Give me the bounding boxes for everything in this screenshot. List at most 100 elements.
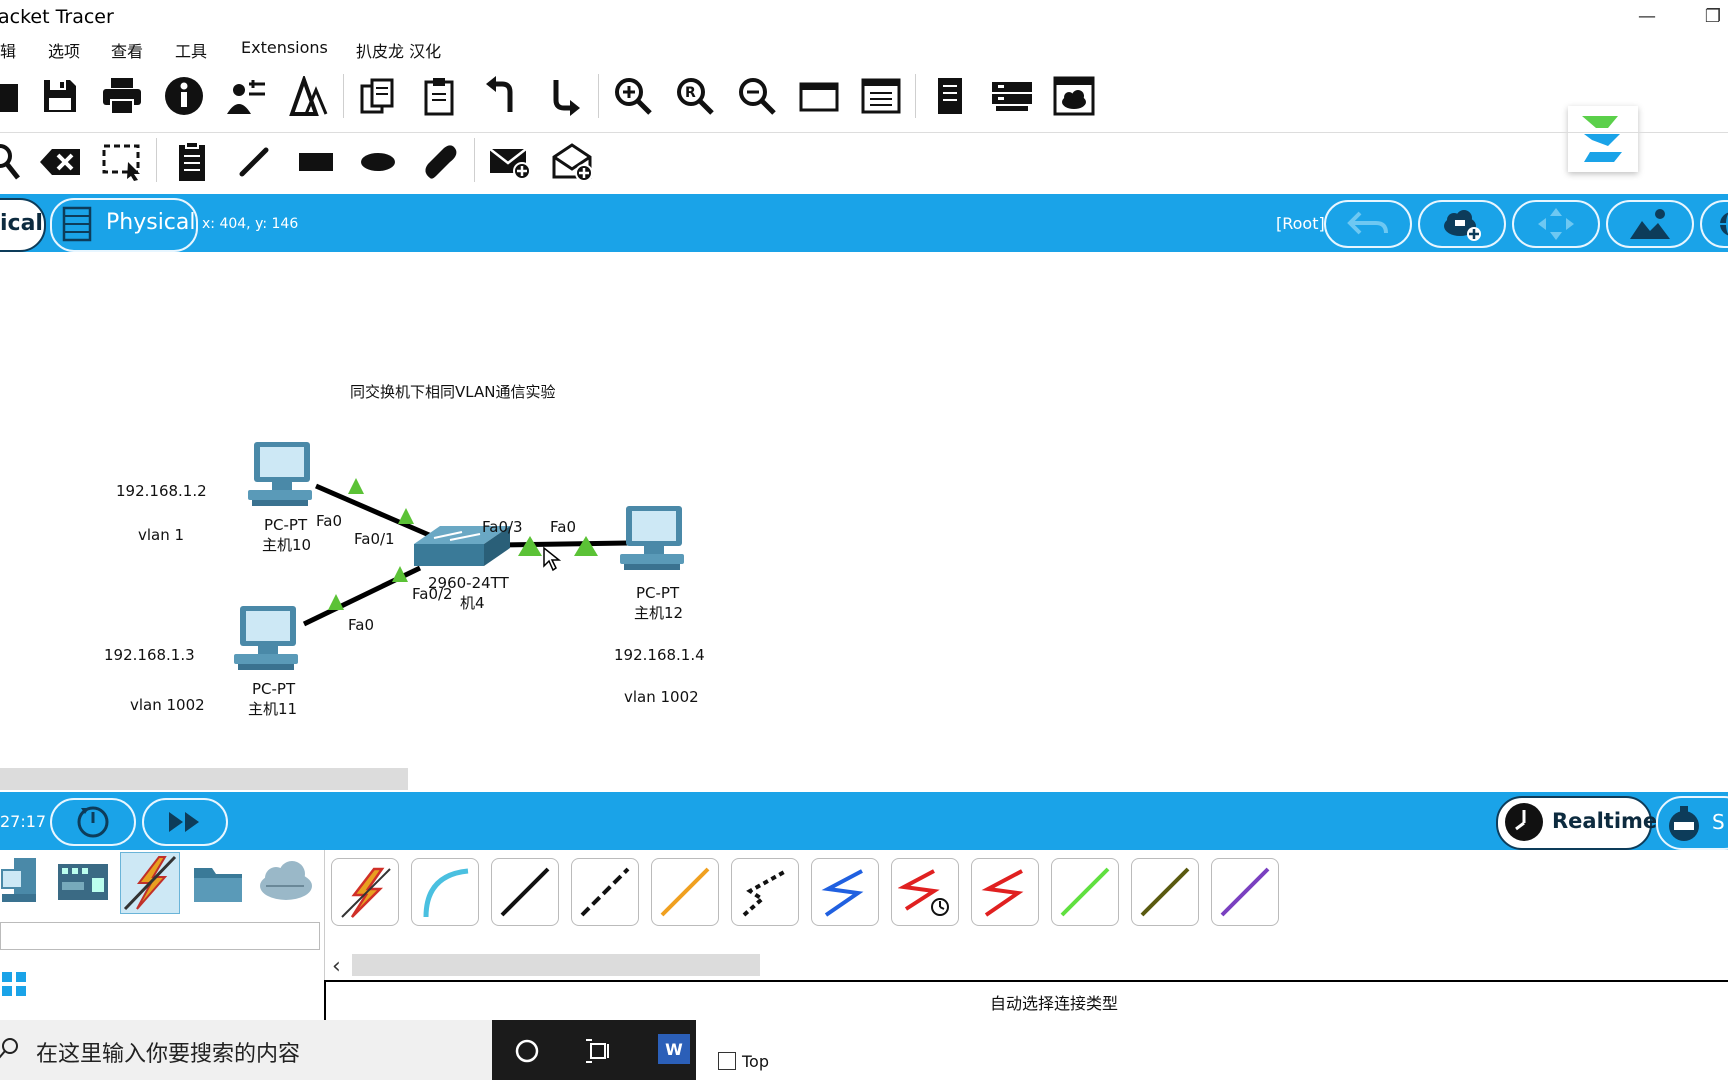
background-icon[interactable] [1606, 200, 1694, 248]
end-devices-icon[interactable] [0, 854, 52, 910]
pc12-ip-label: 192.168.1.4 [614, 646, 705, 664]
word-app-letter: W [665, 1039, 683, 1059]
network-devices-icon[interactable] [56, 854, 110, 910]
link-switch-pc12 [499, 540, 629, 548]
window-title: acket Tracer [0, 6, 114, 28]
serial-dce-icon[interactable] [891, 858, 959, 926]
usb-icon[interactable] [1211, 858, 1279, 926]
copper-cross-icon[interactable] [571, 858, 639, 926]
tab-logical-label: ical [0, 211, 43, 236]
copy-icon[interactable] [354, 72, 402, 120]
power-cycle-icon[interactable] [50, 798, 136, 846]
pc10-computer-icon[interactable] [242, 440, 322, 516]
minimize-button[interactable]: — [1634, 4, 1660, 30]
misc-icon[interactable] [190, 856, 246, 908]
activity-wizard-icon[interactable] [284, 72, 332, 120]
move-object-icon[interactable] [1512, 200, 1600, 248]
redo-icon[interactable] [540, 72, 588, 120]
word-app-icon[interactable]: W [658, 1034, 690, 1064]
menu-extensions[interactable]: Extensions [241, 38, 328, 57]
zoom-reset-icon[interactable]: R [671, 72, 719, 120]
copper-straight-icon[interactable] [491, 858, 559, 926]
network-wizard-icon[interactable] [222, 72, 270, 120]
task-view-icon[interactable] [584, 1036, 614, 1070]
save-icon[interactable] [36, 72, 84, 120]
top-checkbox[interactable] [718, 1052, 736, 1070]
zoom-in-icon[interactable] [609, 72, 657, 120]
serial-dte-icon[interactable] [971, 858, 1039, 926]
switch-name-label: 机4 [460, 594, 485, 612]
cable-scroll-left-icon[interactable]: ‹ [332, 954, 341, 979]
drawing-palette-icon[interactable] [795, 72, 843, 120]
auto-connection-icon[interactable] [331, 858, 399, 926]
toolbar-divider [474, 138, 475, 182]
physical-rack-icon [62, 206, 92, 246]
realtime-label: Realtime [1552, 809, 1658, 833]
add-simple-pdu-icon[interactable] [486, 138, 534, 186]
iot-custom-icon[interactable] [1131, 858, 1199, 926]
octal-icon[interactable] [1051, 858, 1119, 926]
rectangle-icon[interactable] [292, 138, 340, 186]
back-icon[interactable] [1324, 200, 1412, 248]
paste-icon[interactable] [416, 72, 464, 120]
coaxial-icon[interactable] [811, 858, 879, 926]
line-icon[interactable] [230, 138, 278, 186]
pc11-ip-label: 192.168.1.3 [104, 646, 195, 664]
new-icon[interactable] [0, 72, 30, 120]
pc12-name-label: 主机12 [634, 604, 684, 622]
taskbar-search-icon [0, 1036, 22, 1066]
cable-scrollbar[interactable] [352, 954, 760, 976]
print-icon[interactable] [98, 72, 146, 120]
cortana-icon[interactable] [512, 1036, 542, 1070]
new-cluster-icon[interactable] [1418, 200, 1506, 248]
time-readout: 27:17 [0, 812, 47, 831]
multiuser-icon[interactable] [256, 856, 314, 908]
link-light-pc11 [328, 594, 344, 610]
device-template-icon[interactable] [988, 72, 1036, 120]
pc10-port-label: Fa0 [316, 512, 342, 530]
switch-port3-label: Fa0/3 [482, 518, 523, 536]
cloud-view-icon[interactable] [1050, 72, 1098, 120]
pc12-type-label: PC-PT [636, 584, 680, 602]
select-icon[interactable] [98, 138, 146, 186]
undo-icon[interactable] [478, 72, 526, 120]
device-search-input[interactable] [0, 922, 320, 950]
inspect-icon[interactable] [0, 138, 30, 186]
notes-icon[interactable] [926, 72, 974, 120]
pc11-port-label: Fa0 [348, 616, 374, 634]
add-complex-pdu-icon[interactable] [548, 138, 596, 186]
simulation-stopwatch-icon [1664, 804, 1704, 848]
menu-options[interactable]: 选项 [48, 38, 80, 62]
console-cable-icon[interactable] [411, 858, 479, 926]
connections-icon[interactable] [120, 852, 180, 914]
menu-localization[interactable]: 扒皮龙 汉化 [356, 38, 441, 62]
note-icon[interactable] [168, 138, 216, 186]
menu-edit[interactable]: 辑 [0, 38, 16, 62]
custom-device-dialog-icon[interactable] [857, 72, 905, 120]
fast-forward-icon[interactable] [142, 798, 228, 846]
info-icon[interactable] [160, 72, 208, 120]
switch-port1-label: Fa0/1 [354, 530, 395, 548]
delete-icon[interactable] [36, 138, 84, 186]
pc12-port-label: Fa0 [550, 518, 576, 536]
top-checkbox-label: Top [742, 1052, 769, 1071]
pc12-computer-icon[interactable] [614, 504, 694, 580]
svg-text:R: R [685, 85, 696, 101]
restore-button[interactable]: ❐ [1700, 4, 1726, 30]
status-text: 自动选择连接类型 [990, 994, 1119, 1013]
grid-view-icon[interactable] [0, 968, 30, 1004]
root-label: [Root] [1276, 214, 1325, 233]
workspace-scrollbar[interactable] [0, 768, 408, 790]
pc11-computer-icon[interactable] [228, 604, 308, 680]
pc11-type-label: PC-PT [252, 680, 296, 698]
phone-cable-icon[interactable] [731, 858, 799, 926]
freeform-icon[interactable] [416, 138, 464, 186]
ellipse-icon[interactable] [354, 138, 402, 186]
menu-tools[interactable]: 工具 [175, 38, 207, 62]
pc10-name-label: 主机10 [262, 536, 312, 554]
realtime-clock-icon [1504, 802, 1544, 846]
zoom-out-icon[interactable] [733, 72, 781, 120]
fiber-icon[interactable] [651, 858, 719, 926]
toolbar-divider [915, 74, 916, 118]
menu-view[interactable]: 查看 [111, 38, 143, 62]
